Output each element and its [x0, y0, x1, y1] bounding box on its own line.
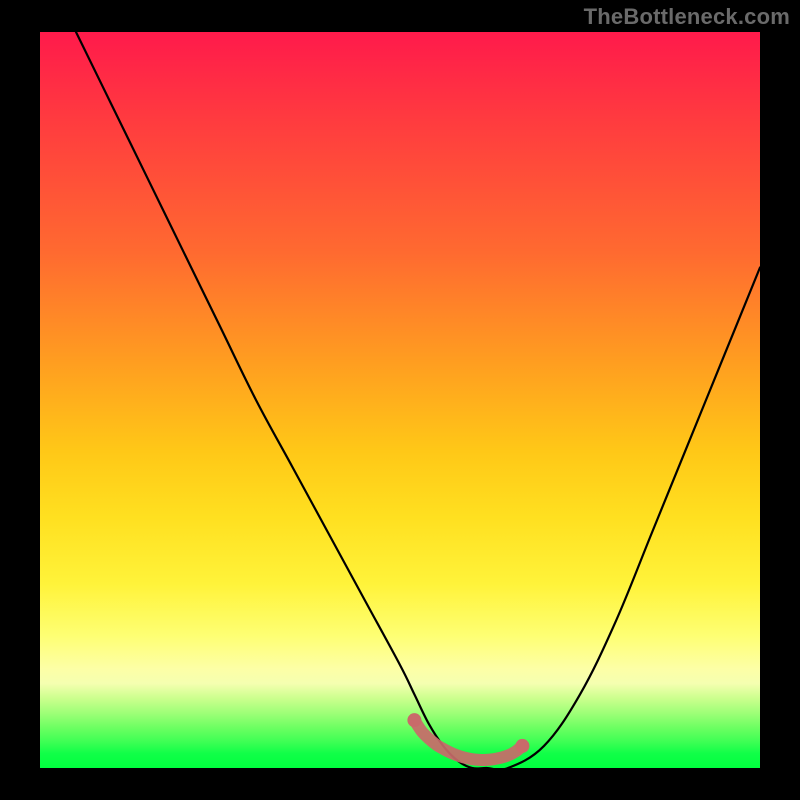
marker-dot: [515, 739, 529, 753]
chart-container: TheBottleneck.com: [0, 0, 800, 800]
plot-area: [40, 32, 760, 768]
bottleneck-curve: [76, 32, 760, 768]
curve-svg: [40, 32, 760, 768]
marker-dot: [407, 713, 421, 727]
watermark: TheBottleneck.com: [584, 4, 790, 30]
